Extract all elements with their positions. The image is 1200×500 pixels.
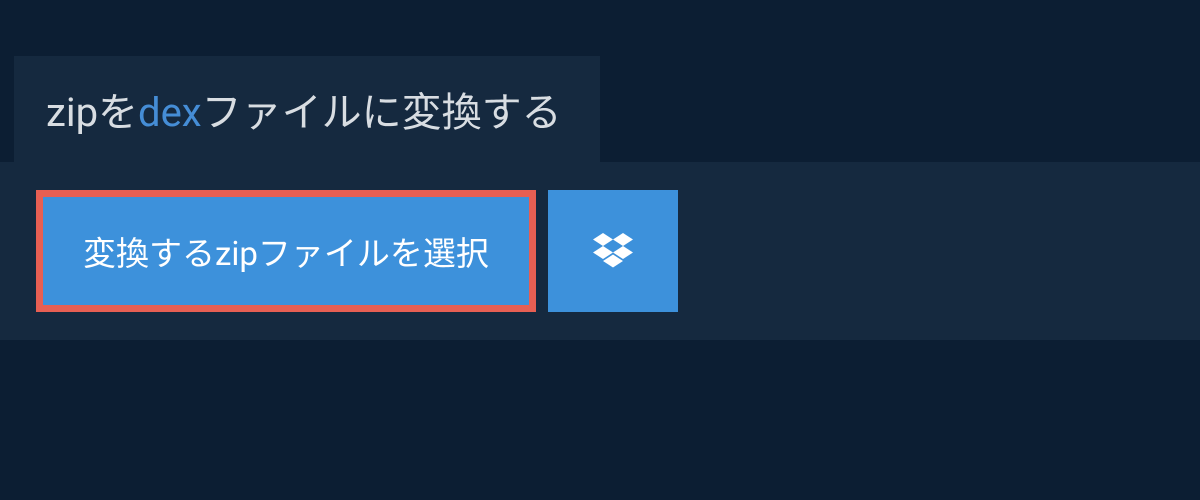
select-file-label: 変換するzipファイルを選択: [83, 227, 489, 275]
content-panel: 変換するzipファイルを選択: [0, 162, 1200, 340]
dropbox-icon: [593, 233, 633, 269]
title-suffix: ファイルに変換する: [202, 89, 562, 136]
title-format-highlight: dex: [138, 89, 202, 136]
select-file-button[interactable]: 変換するzipファイルを選択: [36, 190, 536, 312]
page-title: zipをdexファイルに変換する: [46, 80, 562, 138]
button-row: 変換するzipファイルを選択: [36, 190, 1200, 312]
conversion-header-panel: zipをdexファイルに変換する: [14, 56, 600, 162]
title-prefix: zipを: [46, 89, 138, 136]
dropbox-button[interactable]: [548, 190, 678, 312]
